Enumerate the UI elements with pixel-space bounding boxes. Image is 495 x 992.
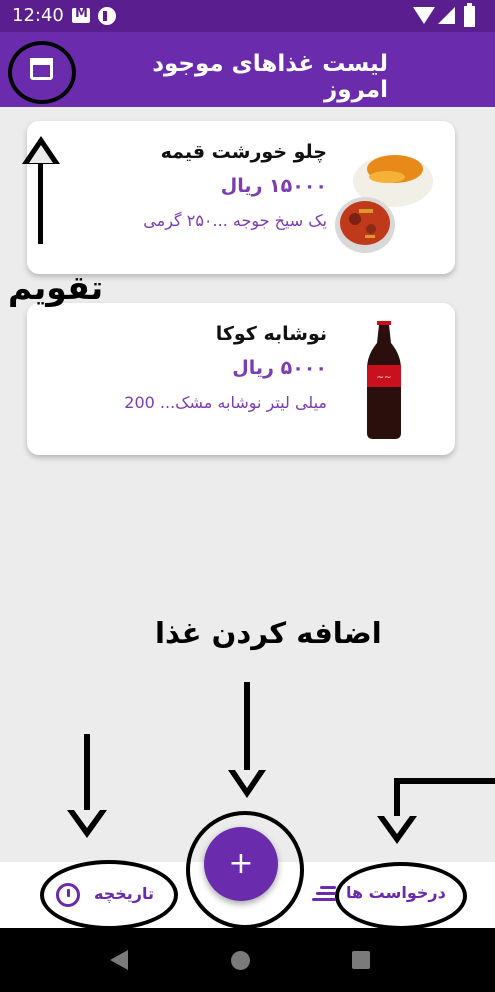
food-title: نوشابه کوکا: [215, 323, 327, 345]
calendar-annotation-label: تقویم: [8, 268, 104, 307]
requests-annotation-arrow: [394, 778, 495, 784]
food-price: ۱۵۰۰۰ ریال: [220, 175, 327, 197]
calendar-annotation-arrowhead-inner: [29, 145, 53, 163]
notification-app-icon: [98, 7, 116, 25]
wifi-icon: [413, 7, 435, 24]
food-description: میلی لیتر نوشابه مشک... 200: [124, 393, 327, 412]
requests-annotation-arrowhead-inner: [384, 816, 410, 834]
history-label: تاریخچه: [94, 884, 154, 903]
add-food-annotation-label: اضافه کردن غذا: [155, 616, 382, 650]
app-bar-edge: [483, 32, 495, 107]
add-food-annotation-arrow: [244, 682, 250, 782]
page-title: لیست غذاهای موجود امروز: [152, 51, 388, 103]
requests-label: درخواست ها: [346, 883, 446, 902]
recents-icon[interactable]: [352, 951, 370, 969]
calendar-icon: [30, 58, 53, 80]
calendar-button[interactable]: [8, 41, 76, 104]
list-icon: [312, 886, 336, 902]
food-title: چلو خورشت قیمه: [160, 141, 327, 163]
history-annotation-arrowhead-inner: [74, 810, 100, 828]
gmail-icon: [72, 6, 90, 23]
food-card[interactable]: چلو خورشت قیمه ۱۵۰۰۰ ریال یک سیخ جوجه ..…: [27, 121, 455, 274]
home-icon[interactable]: [231, 951, 250, 970]
food-price: ۵۰۰۰ ریال: [232, 357, 327, 379]
battery-icon: [464, 3, 475, 27]
add-food-button[interactable]: +: [204, 827, 278, 901]
food-image: [335, 139, 433, 257]
history-icon: [56, 883, 80, 907]
food-description: یک سیخ جوجه ...۲۵۰ گرمی: [143, 211, 327, 230]
food-card[interactable]: نوشابه کوکا ۵۰۰۰ ریال میلی لیتر نوشابه م…: [27, 303, 455, 455]
add-food-annotation-arrowhead-inner: [235, 770, 259, 788]
status-time: 12:40: [12, 5, 64, 26]
cola-image: ~~: [335, 321, 433, 439]
back-icon[interactable]: [110, 950, 128, 970]
status-bar: 12:40: [0, 0, 495, 32]
signal-icon: [438, 7, 455, 24]
svg-text:~~: ~~: [376, 373, 391, 383]
